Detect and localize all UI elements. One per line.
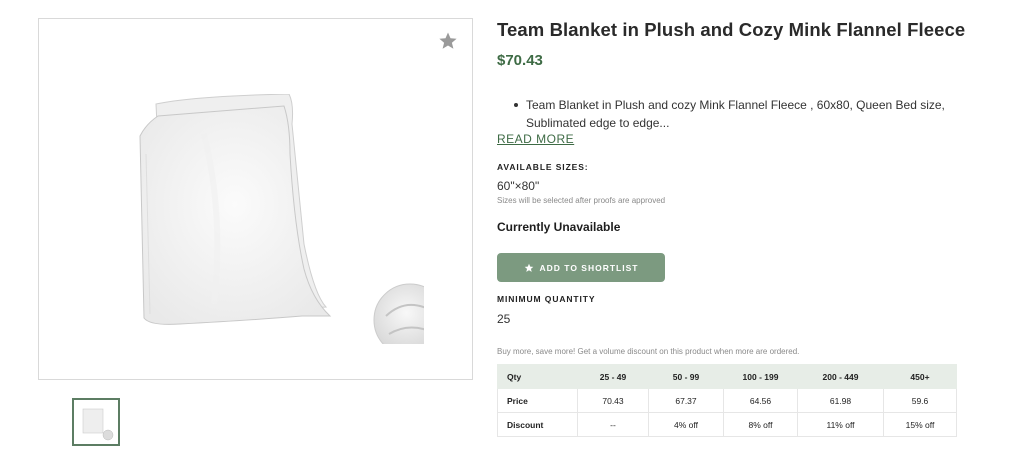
table-cell: 8% off [723, 412, 798, 437]
table-header-cell: 50 - 99 [648, 364, 724, 389]
read-more-link[interactable]: READ MORE [497, 132, 574, 146]
add-to-shortlist-button[interactable]: ADD TO SHORTLIST [497, 253, 665, 282]
table-cell: Price [497, 388, 578, 413]
minimum-quantity-value: 25 [497, 312, 511, 326]
table-cell: 70.43 [577, 388, 649, 413]
product-title: Team Blanket in Plush and Cozy Mink Flan… [497, 19, 966, 40]
table-cell: 11% off [797, 412, 884, 437]
shortlist-label: ADD TO SHORTLIST [539, 262, 639, 273]
table-header-cell: 100 - 199 [723, 364, 798, 389]
table-cell: 67.37 [648, 388, 724, 413]
blanket-image [139, 94, 424, 344]
thumbnail-image [82, 408, 114, 441]
description-bullet: Team Blanket in Plush and cozy Mink Flan… [513, 96, 963, 132]
table-header-cell: 450+ [883, 364, 957, 389]
size-value: 60"×80" [497, 179, 540, 193]
table-cell: 64.56 [723, 388, 798, 413]
table-header-cell: 200 - 449 [797, 364, 884, 389]
table-header-cell: Qty [497, 364, 578, 389]
product-description: Team Blanket in Plush and cozy Mink Flan… [513, 96, 963, 132]
size-note: Sizes will be selected after proofs are … [497, 196, 666, 205]
product-price: $70.43 [497, 52, 543, 69]
star-icon [524, 263, 533, 272]
availability-status: Currently Unavailable [497, 220, 621, 234]
table-cell: 59.6 [883, 388, 957, 413]
table-header-cell: 25 - 49 [577, 364, 649, 389]
table-row-price: Price 70.43 67.37 64.56 61.98 59.6 [497, 388, 957, 413]
table-cell: Discount [497, 412, 578, 437]
table-cell: 4% off [648, 412, 724, 437]
favorite-star-icon[interactable] [438, 31, 458, 51]
volume-discount-note: Buy more, save more! Get a volume discou… [497, 347, 800, 356]
table-cell: -- [577, 412, 649, 437]
product-thumbnail[interactable] [72, 398, 120, 446]
table-cell: 61.98 [797, 388, 884, 413]
table-header-row: Qty 25 - 49 50 - 99 100 - 199 200 - 449 … [497, 364, 957, 389]
product-main-image[interactable] [38, 18, 473, 380]
table-cell: 15% off [883, 412, 957, 437]
minimum-quantity-label: MINIMUM QUANTITY [497, 294, 596, 304]
table-row-discount: Discount -- 4% off 8% off 11% off 15% of… [497, 412, 957, 437]
available-sizes-label: AVAILABLE SIZES: [497, 162, 589, 172]
volume-pricing-table: Qty 25 - 49 50 - 99 100 - 199 200 - 449 … [497, 364, 957, 437]
